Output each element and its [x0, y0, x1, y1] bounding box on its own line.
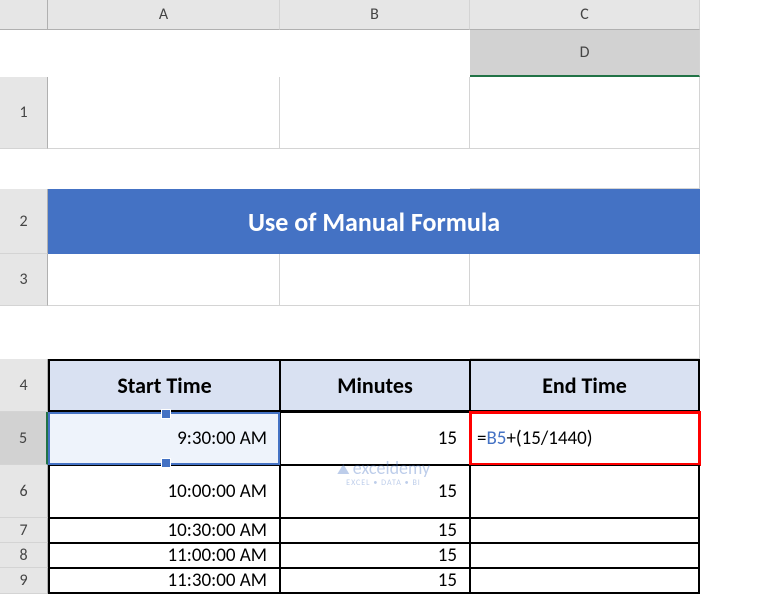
col-header-b[interactable]: B: [280, 0, 470, 30]
cell-d8[interactable]: [470, 543, 700, 568]
cell-c7[interactable]: 15: [280, 518, 470, 543]
cell-b3[interactable]: [280, 254, 470, 306]
cell-c6[interactable]: 15: [280, 465, 470, 518]
row-header-6[interactable]: 6: [0, 465, 48, 518]
title-banner: Use of Manual Formula: [48, 189, 700, 254]
cell-b1[interactable]: [280, 77, 470, 149]
row-header-5[interactable]: 5: [0, 412, 48, 465]
cell-c5[interactable]: 15: [280, 412, 470, 465]
cell-d3[interactable]: [470, 306, 700, 359]
cell-c3[interactable]: [470, 254, 700, 306]
header-end-time[interactable]: End Time: [470, 359, 700, 412]
formula-rest: +(15/1440): [506, 427, 592, 450]
formula-cell-ref: B5: [486, 427, 506, 450]
cell-d7[interactable]: [470, 518, 700, 543]
cell-a1[interactable]: [48, 77, 280, 149]
header-minutes[interactable]: Minutes: [280, 359, 470, 412]
select-all-corner[interactable]: [0, 0, 48, 30]
col-header-a[interactable]: A: [48, 0, 280, 30]
formula-text: =B5+(15/1440): [477, 427, 593, 450]
cell-a3[interactable]: [48, 254, 280, 306]
col-header-c[interactable]: C: [470, 0, 700, 30]
cell-d5[interactable]: =B5+(15/1440): [470, 412, 700, 465]
row-header-1[interactable]: 1: [0, 77, 48, 149]
cell-d1[interactable]: [470, 149, 700, 189]
cell-c8[interactable]: 15: [280, 543, 470, 568]
row-header-7[interactable]: 7: [0, 518, 48, 543]
cell-b9[interactable]: 11:30:00 AM: [48, 568, 280, 594]
cell-b5[interactable]: 9:30:00 AM: [48, 412, 280, 465]
cell-b7[interactable]: 10:30:00 AM: [48, 518, 280, 543]
row-header-9[interactable]: 9: [0, 568, 48, 594]
header-start-time[interactable]: Start Time: [48, 359, 280, 412]
cell-d6[interactable]: [470, 465, 700, 518]
row-header-3[interactable]: 3: [0, 254, 48, 306]
cell-d9[interactable]: [470, 568, 700, 594]
col-header-d[interactable]: D: [470, 30, 700, 77]
spreadsheet-grid[interactable]: A B C D 1 2 Use of Manual Formula 3 4 St…: [0, 0, 767, 594]
cell-b6[interactable]: 10:00:00 AM: [48, 465, 280, 518]
cell-c9[interactable]: 15: [280, 568, 470, 594]
cell-c1[interactable]: [470, 77, 700, 149]
row-header-4[interactable]: 4: [0, 359, 48, 412]
cell-b8[interactable]: 11:00:00 AM: [48, 543, 280, 568]
row-header-2[interactable]: 2: [0, 189, 48, 254]
row-header-8[interactable]: 8: [0, 543, 48, 568]
